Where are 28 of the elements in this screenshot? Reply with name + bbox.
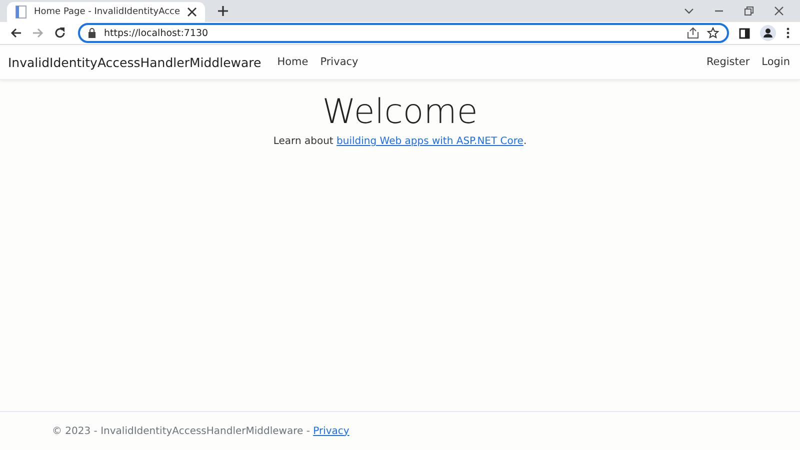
intro-text: Learn about building Web apps with ASP.NET Core. bbox=[272, 136, 528, 147]
nav-link[interactable]: Privacy bbox=[320, 56, 358, 68]
menu-icon[interactable] bbox=[786, 27, 790, 39]
close-icon[interactable] bbox=[187, 7, 198, 17]
new-tab-icon[interactable] bbox=[217, 5, 230, 17]
nav-link[interactable]: Login bbox=[762, 56, 790, 68]
brand-link[interactable]: InvalidIdentityAccessHandlerMiddleware bbox=[8, 54, 262, 70]
back-icon[interactable] bbox=[10, 27, 22, 39]
side-panel-icon[interactable] bbox=[739, 28, 750, 38]
restore-icon[interactable] bbox=[744, 6, 754, 16]
tab-title: Home Page - InvalidIdentityAcce bbox=[34, 7, 180, 17]
close-icon[interactable] bbox=[774, 6, 784, 16]
url-text: https://localhost:7130 bbox=[104, 28, 208, 38]
page-icon bbox=[15, 5, 27, 19]
welcome-heading: Welcome bbox=[321, 92, 479, 132]
nav-link[interactable]: Home bbox=[277, 56, 308, 68]
reload-icon[interactable] bbox=[54, 27, 66, 39]
nav-link[interactable]: Register bbox=[706, 56, 750, 68]
privacy-link[interactable]: Privacy bbox=[313, 426, 350, 436]
docs-link[interactable]: building Web apps with ASP.NET Core bbox=[336, 136, 524, 147]
share-icon[interactable] bbox=[687, 27, 699, 39]
chevron-down-icon[interactable] bbox=[684, 7, 694, 15]
profile-icon[interactable] bbox=[760, 25, 776, 41]
star-icon[interactable] bbox=[707, 27, 719, 39]
browser-tab[interactable]: Home Page - InvalidIdentityAcce bbox=[7, 2, 206, 22]
address-bar[interactable]: https://localhost:7130 bbox=[78, 23, 729, 43]
copyright-text: © 2023 - InvalidIdentityAccessHandlerMiddleware - Privacy bbox=[52, 426, 350, 436]
lock-icon bbox=[88, 28, 96, 38]
